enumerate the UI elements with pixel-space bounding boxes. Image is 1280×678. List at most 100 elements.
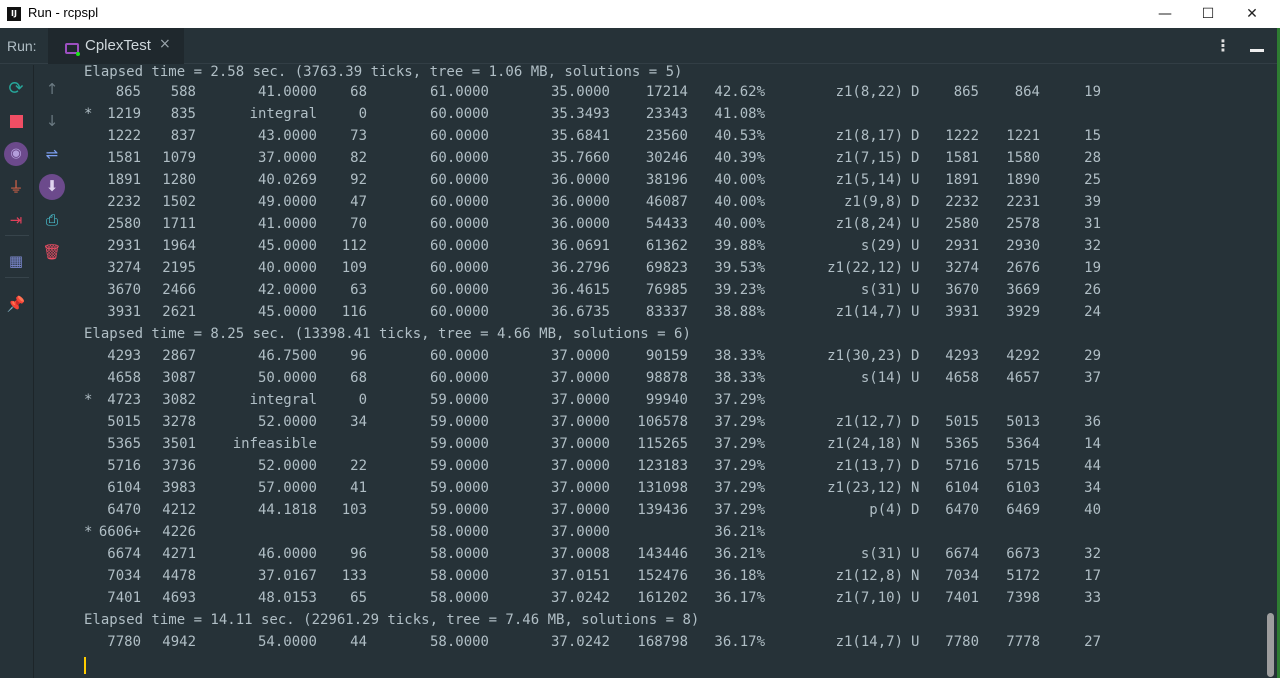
- log-row: 6674 4271 46.0000 96 58.0000 37.0008 143446 36.…: [70, 543, 1260, 565]
- cell-parent: 1580: [1006, 150, 1040, 166]
- elapsed-time-text: Elapsed time = 8.25 sec. (13398.41 ticks…: [84, 326, 691, 342]
- log-row: 5015 3278 52.0000 34 59.0000 37.0000 106578 37.…: [70, 411, 1260, 433]
- cell-bound: 37.0000: [550, 524, 610, 540]
- cell-bound: 36.6735: [550, 304, 610, 320]
- cell-obj: 43.0000: [257, 128, 317, 144]
- cell-parent: 3669: [1006, 282, 1040, 298]
- log-row: * 6606+ 4226 58.0000 37.0000 36.21%: [70, 521, 1260, 543]
- screenshot-icon[interactable]: ◉: [4, 142, 28, 166]
- maximize-button[interactable]: ☐: [1185, 0, 1231, 28]
- cell-obj: 37.0000: [257, 150, 317, 166]
- down-arrow-icon[interactable]: ↓: [40, 109, 64, 133]
- scroll-to-end-icon[interactable]: ⬇: [39, 174, 65, 200]
- cell-node: 1581: [107, 150, 141, 166]
- cell-bound: 36.4615: [550, 282, 610, 298]
- close-tab-icon[interactable]: ×: [159, 36, 171, 52]
- cell-best: 60.0000: [429, 282, 489, 298]
- cell-itcnt: 61362: [645, 238, 688, 254]
- cell-depth: 24: [1084, 304, 1101, 320]
- cell-left: 837: [170, 128, 196, 144]
- cell-depth: 27: [1084, 634, 1101, 650]
- cell-mipcnt: 865: [953, 84, 979, 100]
- log-row: 2931 1964 45.0000 112 60.0000 36.0691 61362 39.…: [70, 235, 1260, 257]
- stop-icon[interactable]: [4, 110, 28, 134]
- cell-itcnt: 131098: [637, 480, 688, 496]
- cell-itcnt: 98878: [645, 370, 688, 386]
- cell-node: 2580: [107, 216, 141, 232]
- cell-dir: N: [911, 568, 920, 584]
- minimize-button[interactable]: —: [1142, 0, 1188, 28]
- cell-left: 2867: [162, 348, 196, 364]
- scrollbar-thumb[interactable]: [1267, 613, 1274, 677]
- cell-bound: 37.0008: [550, 546, 610, 562]
- cell-var: z1(12,8): [835, 568, 903, 584]
- cell-best: 59.0000: [429, 414, 489, 430]
- close-window-button[interactable]: ✕: [1229, 0, 1275, 28]
- cell-depth: 33: [1084, 590, 1101, 606]
- cell-node: 7401: [107, 590, 141, 606]
- cell-depth: 26: [1084, 282, 1101, 298]
- cell-mipcnt: 3670: [945, 282, 979, 298]
- cell-mipcnt: 1222: [945, 128, 979, 144]
- cell-best: 60.0000: [429, 348, 489, 364]
- run-tool-window-header: Run: CplexTest × ⋮: [0, 28, 1280, 64]
- cell-best: 58.0000: [429, 546, 489, 562]
- cell-mipcnt: 5015: [945, 414, 979, 430]
- cell-iinf: 96: [350, 546, 367, 562]
- text-cursor: [84, 657, 86, 674]
- cell-parent: 6103: [1006, 480, 1040, 496]
- console-output[interactable]: Elapsed time = 2.58 sec. (3763.39 ticks,…: [70, 65, 1265, 678]
- log-row: 3931 2621 45.0000 116 60.0000 36.6735 83337 38.…: [70, 301, 1260, 323]
- run-toolbar-left: ⟳ ◉ ⏚ ⇥ ▦ 📌: [0, 65, 34, 678]
- cell-dir: U: [911, 216, 920, 232]
- cell-gap: 37.29%: [714, 436, 765, 452]
- cell-obj: 45.0000: [257, 238, 317, 254]
- elapsed-time-text: Elapsed time = 14.11 sec. (22961.29 tick…: [84, 612, 700, 628]
- cell-dir: U: [911, 304, 920, 320]
- cell-node: 5716: [107, 458, 141, 474]
- cell-parent: 6673: [1006, 546, 1040, 562]
- cell-parent: 5364: [1006, 436, 1040, 452]
- cell-left: 1079: [162, 150, 196, 166]
- layout-icon[interactable]: ▦: [4, 249, 28, 273]
- cell-node: 2232: [107, 194, 141, 210]
- cell-parent: 5172: [1006, 568, 1040, 584]
- cell-var: s(31): [860, 546, 903, 562]
- cell-parent: 7778: [1006, 634, 1040, 650]
- up-arrow-icon[interactable]: ↑: [40, 77, 64, 101]
- cell-best: 60.0000: [429, 172, 489, 188]
- cell-obj: infeasible: [232, 436, 317, 452]
- cell-obj: integral: [249, 392, 317, 408]
- cell-dir: U: [911, 238, 920, 254]
- cell-bound: 35.6841: [550, 128, 610, 144]
- cell-iinf: 47: [350, 194, 367, 210]
- cell-node: 1891: [107, 172, 141, 188]
- vertical-scrollbar[interactable]: [1264, 65, 1277, 678]
- tab-cplextest[interactable]: CplexTest ×: [48, 28, 184, 64]
- cell-parent: 7398: [1006, 590, 1040, 606]
- cell-gap: 39.53%: [714, 260, 765, 276]
- cell-gap: 37.29%: [714, 392, 765, 408]
- plug-icon[interactable]: ⏚: [4, 175, 28, 199]
- cell-iinf: 44: [350, 634, 367, 650]
- trash-icon[interactable]: 🗑: [40, 240, 64, 264]
- cell-parent: 4292: [1006, 348, 1040, 364]
- cell-iinf: 0: [358, 106, 367, 122]
- cell-left: 2195: [162, 260, 196, 276]
- cell-itcnt: 152476: [637, 568, 688, 584]
- more-options-icon[interactable]: ⋮: [1215, 36, 1231, 55]
- divider: [5, 235, 29, 236]
- soft-wrap-icon[interactable]: ⇌: [40, 142, 64, 166]
- rerun-icon[interactable]: ⟳: [4, 77, 28, 101]
- print-icon[interactable]: ⎙: [40, 208, 64, 232]
- cell-left: 4478: [162, 568, 196, 584]
- cell-parent: 2930: [1006, 238, 1040, 254]
- cell-node: 7780: [107, 634, 141, 650]
- cell-bound: 35.7660: [550, 150, 610, 166]
- cell-left: 3736: [162, 458, 196, 474]
- hide-panel-icon[interactable]: [1250, 49, 1264, 52]
- exit-icon[interactable]: ⇥: [4, 208, 28, 232]
- cell-parent: 1890: [1006, 172, 1040, 188]
- cell-best: 58.0000: [429, 524, 489, 540]
- pin-icon[interactable]: 📌: [4, 292, 28, 316]
